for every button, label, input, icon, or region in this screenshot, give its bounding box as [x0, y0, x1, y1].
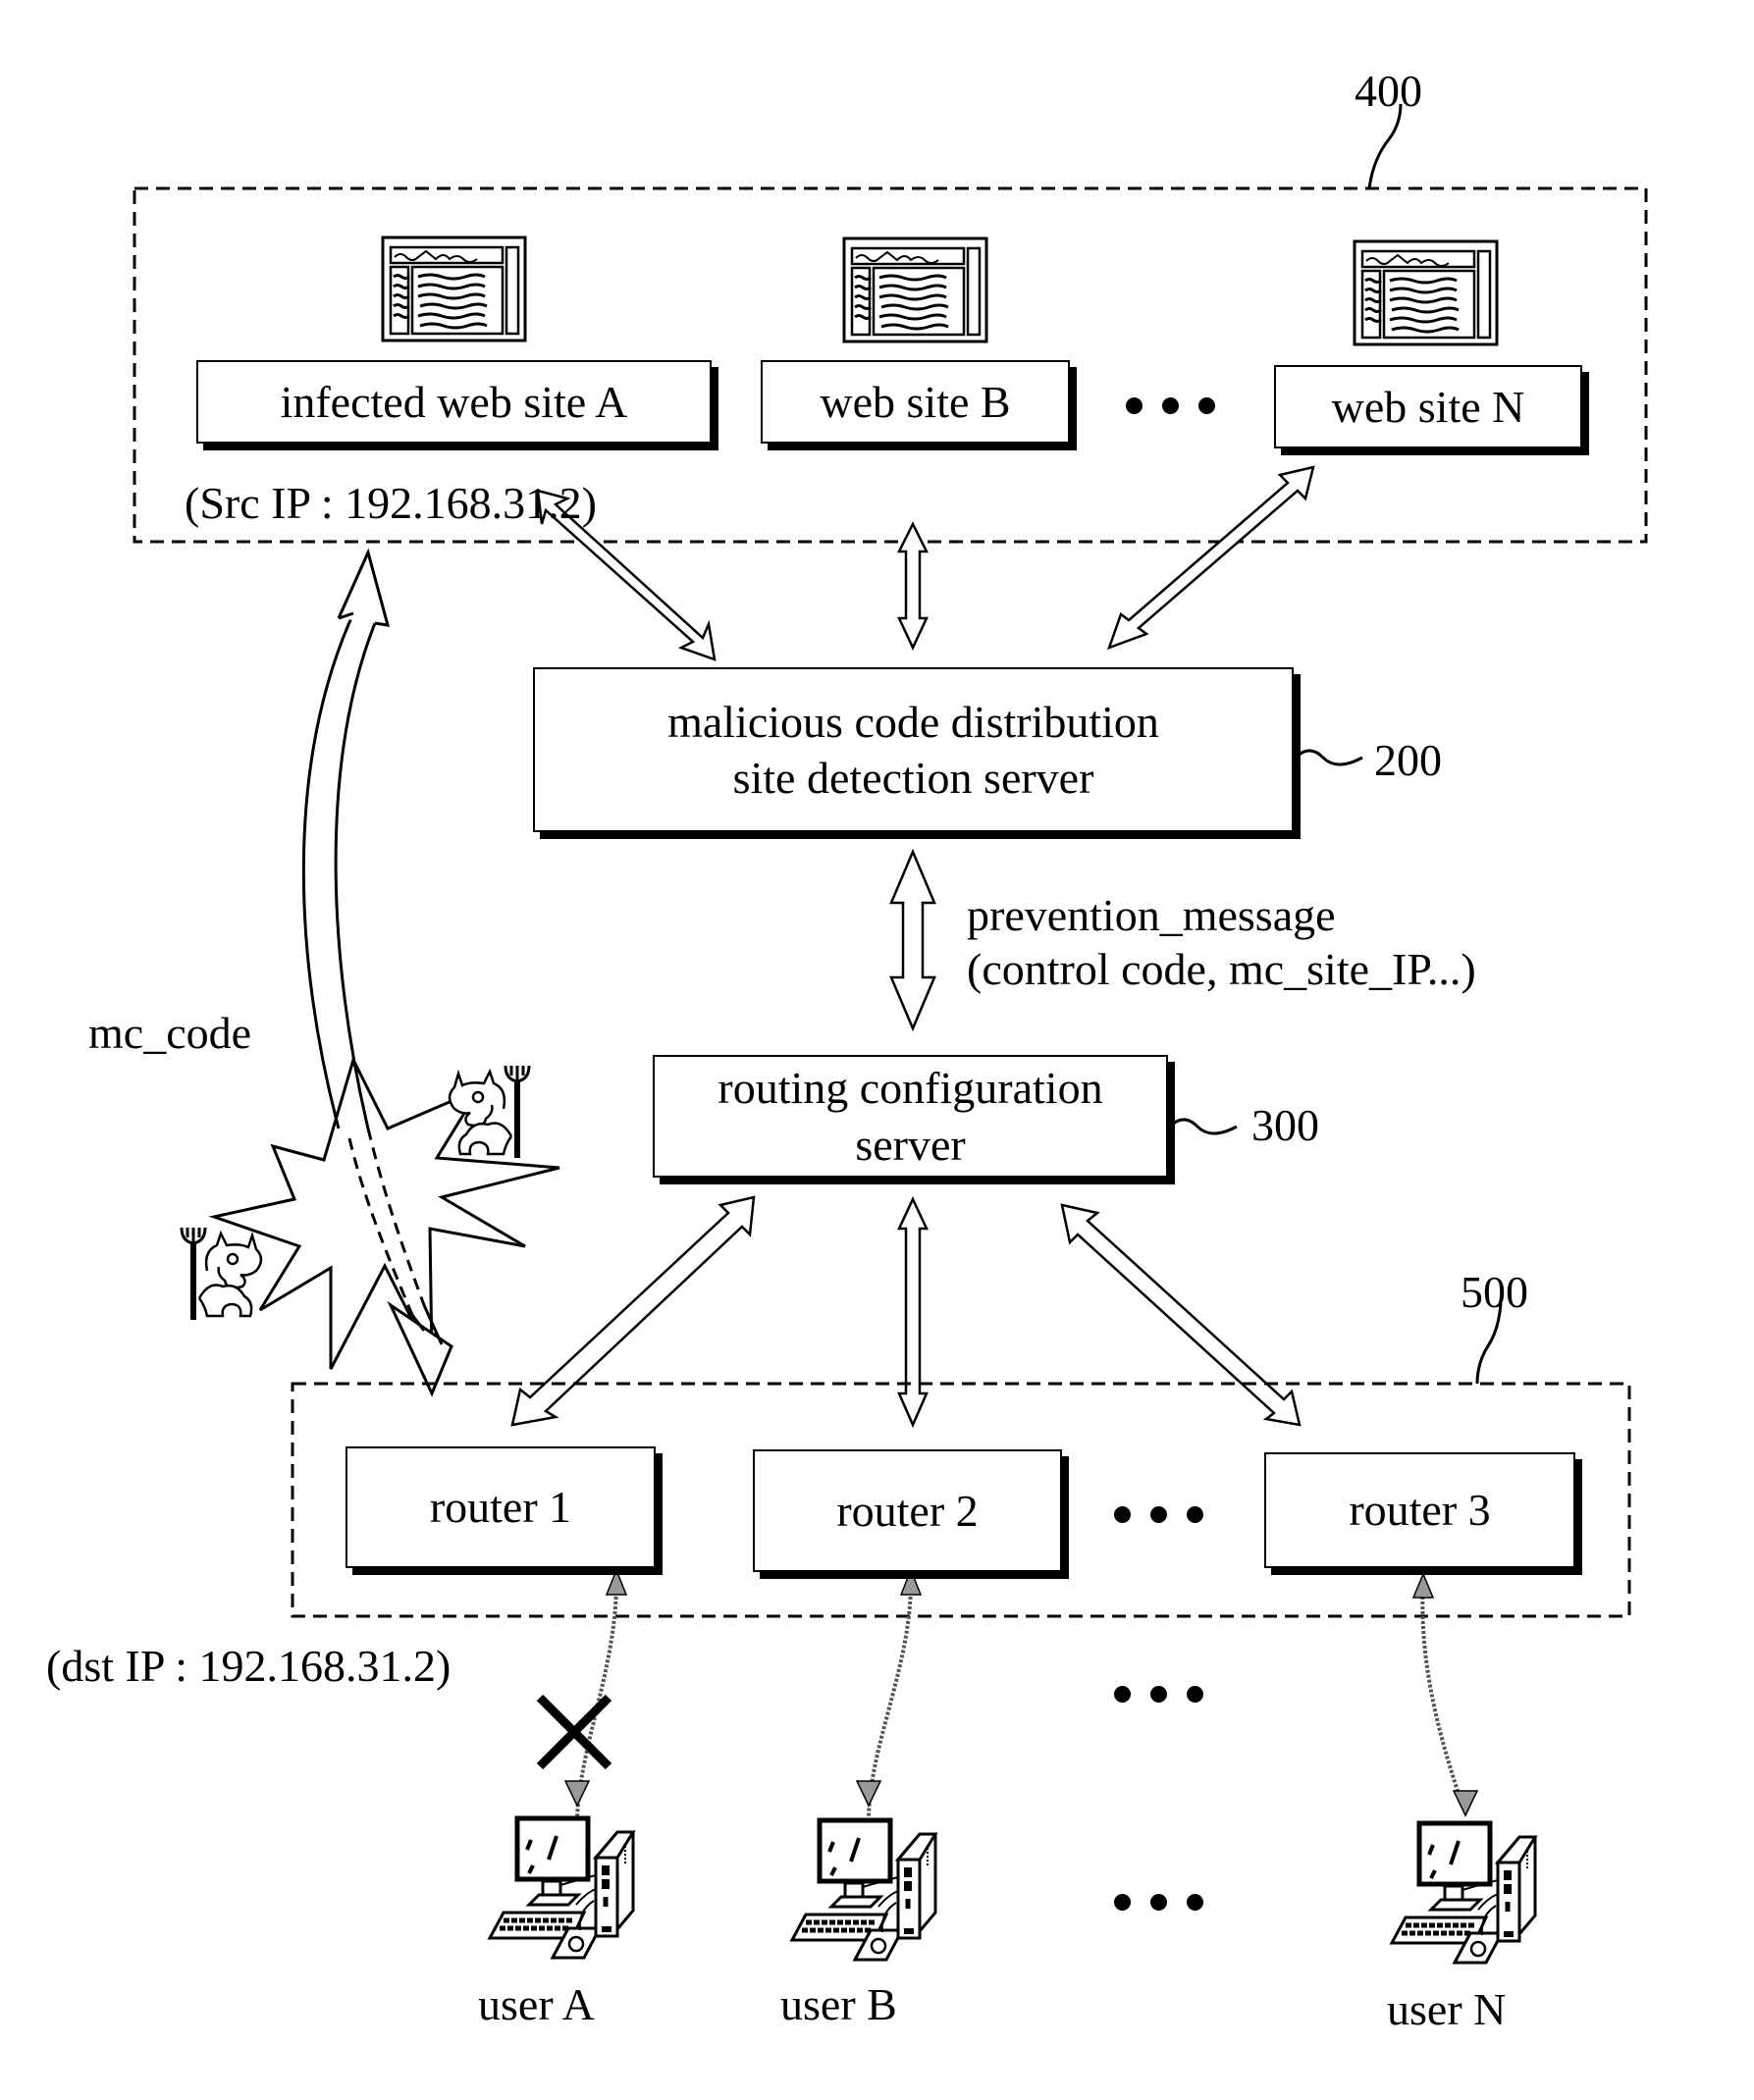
diagram-canvas — [133, 103, 1648, 2100]
prevention-message-detail: (control code, mc_site_IP...) — [967, 944, 1476, 994]
user-a-label: user A — [478, 1979, 595, 2029]
ref-300-leader — [1168, 1118, 1238, 1135]
mc-code-arrow-outer — [301, 612, 355, 1129]
web-page-icon — [842, 236, 988, 343]
router-2-box[interactable]: router 2 — [753, 1449, 1062, 1572]
ref-200: 200 — [1374, 735, 1442, 785]
ref-400: 400 — [1355, 66, 1422, 116]
arrow-siteB-server — [896, 521, 930, 651]
site-label: web site N — [1331, 381, 1525, 432]
routing-server-box[interactable]: routing configuration server — [653, 1055, 1168, 1178]
ref-500: 500 — [1461, 1267, 1528, 1317]
site-box-infected-a[interactable]: infected web site A — [196, 360, 712, 444]
desktop-computer-icon — [792, 1820, 935, 1960]
site-box-b[interactable]: web site B — [761, 360, 1070, 444]
routing-server-line2: server — [855, 1119, 966, 1170]
user-b-label: user B — [780, 1979, 897, 2029]
ellipsis-links — [1114, 1686, 1203, 1703]
desktop-computer-icon — [490, 1818, 633, 1958]
x-mark-icon — [536, 1694, 612, 1770]
devil-icon — [450, 1066, 529, 1158]
src-ip-label: (Src IP : 192.168.31.2) — [185, 478, 597, 528]
routing-server-line1: routing configuration — [718, 1063, 1103, 1113]
user-n-label: user N — [1387, 1984, 1507, 2034]
router-1-box[interactable]: router 1 — [345, 1446, 656, 1568]
detection-server-line1: malicious code distribution — [667, 696, 1159, 747]
router-label: router 2 — [836, 1485, 979, 1536]
mc-code-arrowhead-top — [337, 548, 391, 627]
dst-ip-label: (dst IP : 192.168.31.2) — [46, 1641, 452, 1691]
site-label: web site B — [820, 376, 1011, 427]
arrow-siteN-server — [1106, 465, 1315, 651]
site-box-n[interactable]: web site N — [1274, 365, 1582, 448]
mc-code-arrow-inner — [334, 622, 377, 1129]
arrow-routing-router1 — [510, 1195, 756, 1427]
router-label: router 1 — [429, 1482, 572, 1533]
desktop-computer-icon — [1392, 1823, 1535, 1963]
web-page-icon — [1353, 239, 1499, 346]
prevention-message-label: prevention_message — [967, 890, 1336, 940]
router-label: router 3 — [1349, 1485, 1491, 1536]
web-page-icon — [381, 236, 527, 342]
mc-code-label: mc_code — [88, 1008, 252, 1058]
devil-icon — [182, 1228, 261, 1320]
ellipsis-sites — [1126, 397, 1215, 414]
arrow-routing-router3 — [1060, 1203, 1302, 1427]
arrow-prevention-message — [889, 848, 936, 1032]
detection-server-box[interactable]: malicious code distribution site detecti… — [533, 667, 1294, 832]
router-3-box[interactable]: router 3 — [1264, 1452, 1575, 1568]
ellipsis-routers — [1114, 1506, 1203, 1523]
ellipsis-users — [1114, 1894, 1203, 1911]
explosion-icon — [208, 1055, 560, 1370]
detection-server-line2: site detection server — [732, 753, 1094, 803]
ref-300: 300 — [1251, 1100, 1319, 1150]
site-label: infected web site A — [280, 376, 628, 427]
ref-200-leader — [1294, 749, 1363, 766]
arrow-routing-router2 — [897, 1196, 929, 1429]
